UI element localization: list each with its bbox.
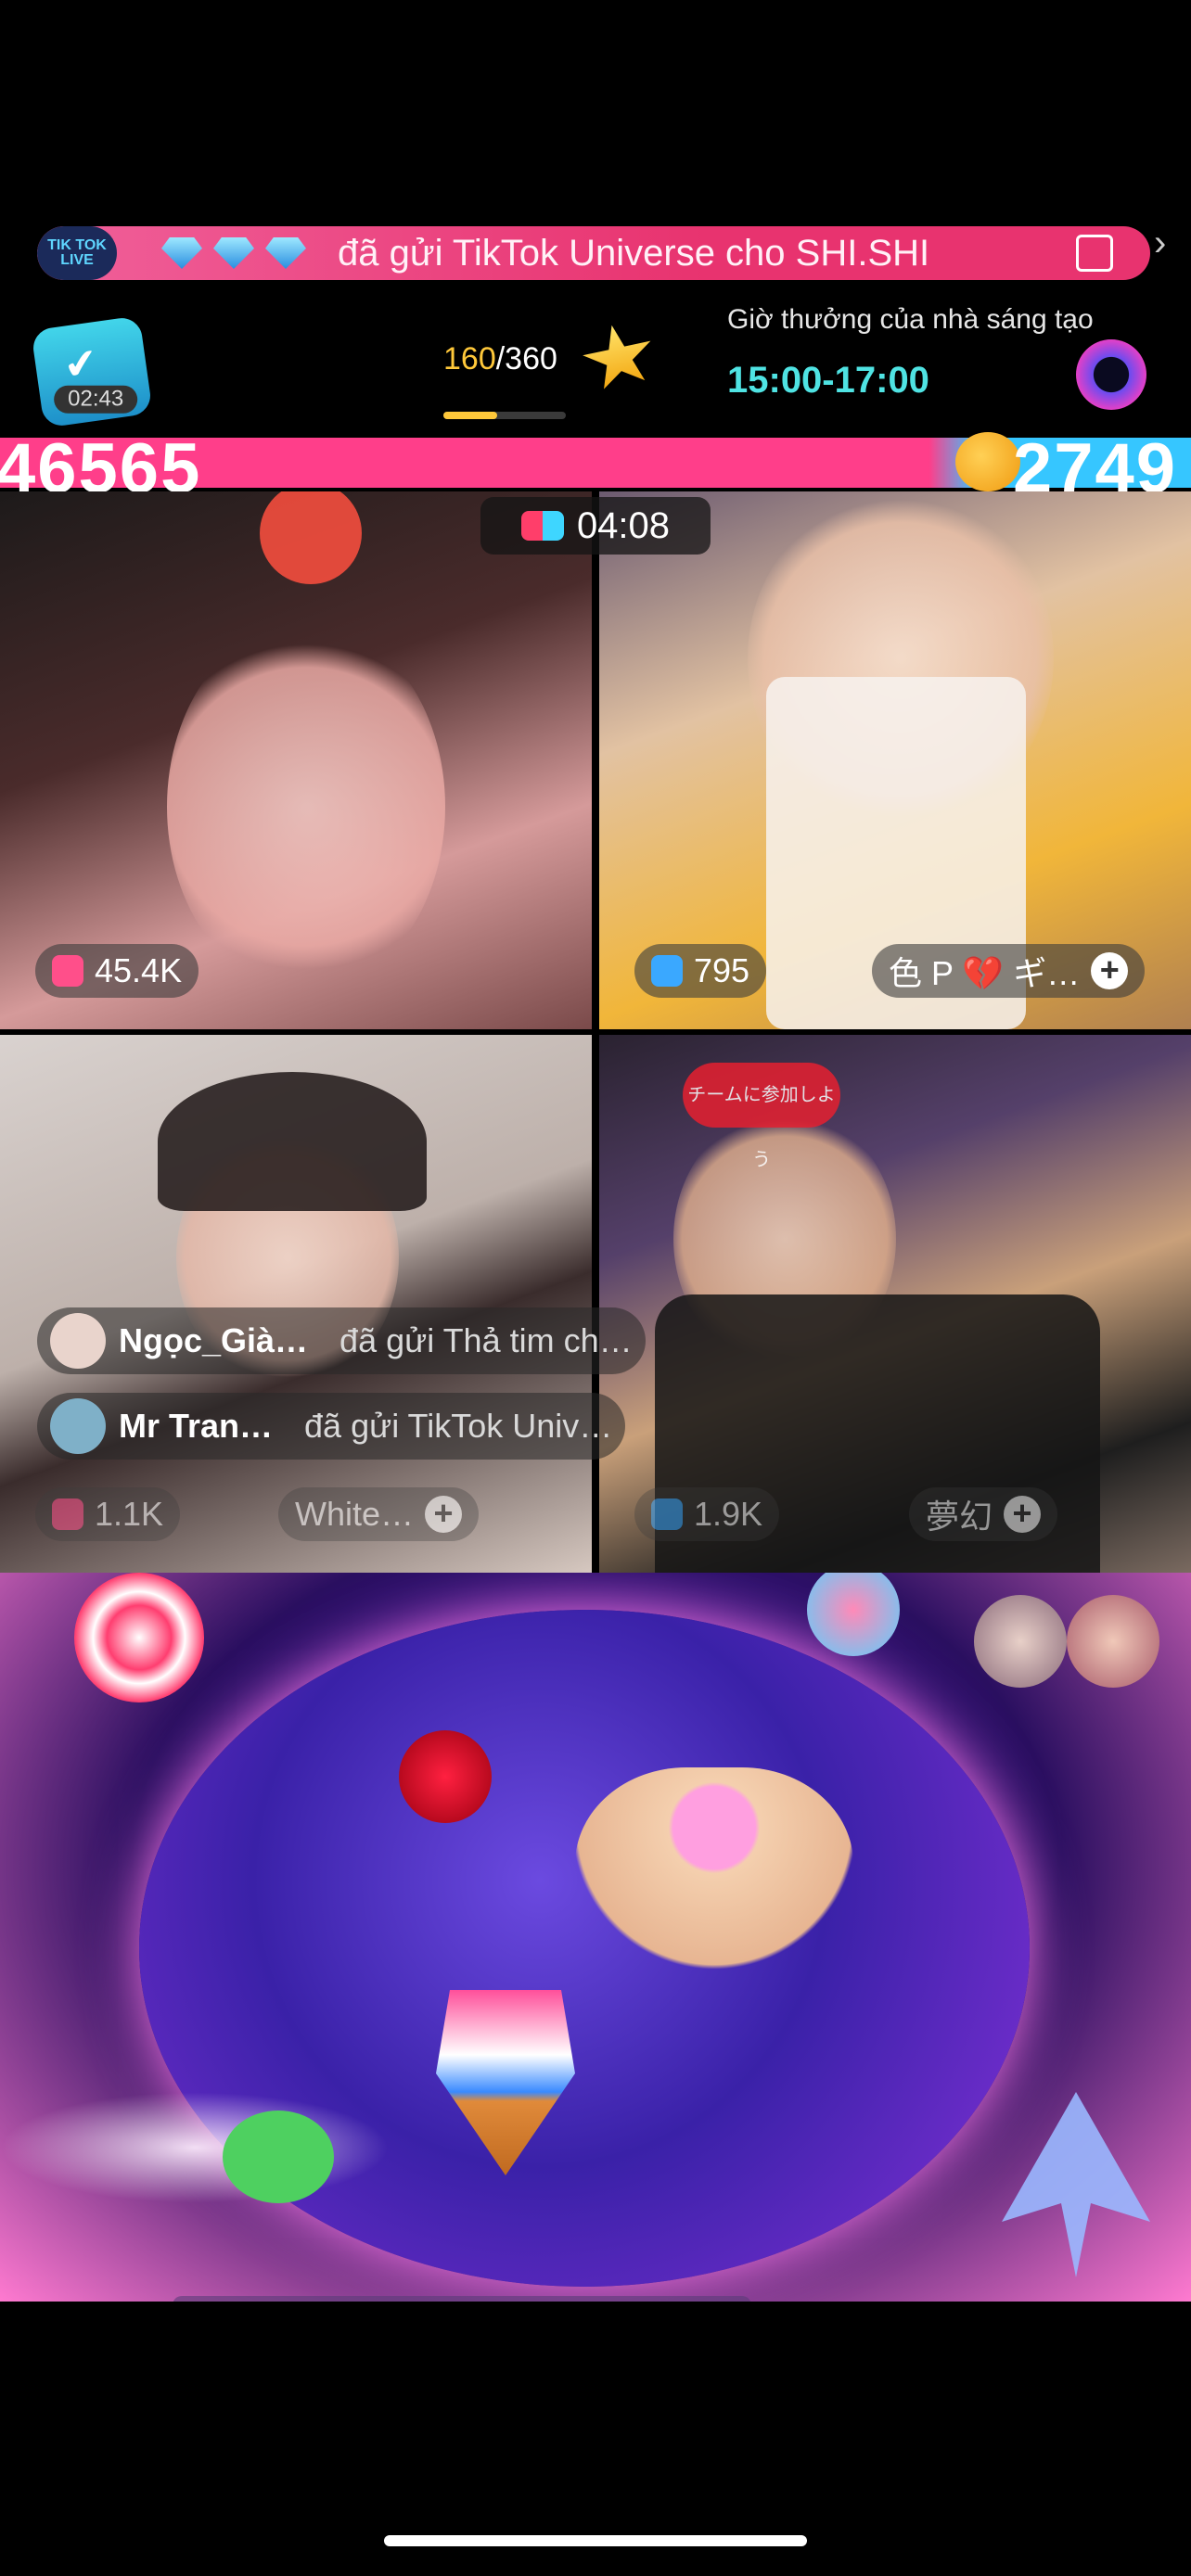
- progress-fill: [443, 412, 498, 419]
- viewer-count-text: 45.4K: [95, 951, 183, 989]
- comment-user: Mr Tran…: [119, 1407, 274, 1445]
- creator-reward-time: 15:00-17:00: [727, 360, 929, 401]
- diamond-icon: [265, 237, 306, 269]
- frog-icon: [223, 2111, 334, 2203]
- timer-text: 02:43: [54, 385, 138, 414]
- progress-count: 160/360: [443, 341, 557, 377]
- battle-timer-text: 04:08: [576, 504, 671, 546]
- viewer-count-4[interactable]: 1.9K: [634, 1487, 780, 1541]
- progress-total: /360: [495, 341, 557, 376]
- timer-badge[interactable]: ✔ 02:43: [31, 315, 153, 428]
- viewer-count-1[interactable]: 45.4K: [35, 944, 199, 998]
- creator-reward-label: Giờ thưởng của nhà sáng tạo: [727, 304, 1094, 335]
- viewer-count-text: 1.1K: [95, 1495, 164, 1533]
- bow-decoration: [260, 491, 362, 584]
- diamond-icon: [213, 237, 254, 269]
- comment-user: Ngọc_Già…: [119, 1321, 309, 1359]
- gift-animation: [0, 1573, 1191, 2302]
- check-badge-icon: ✔: [60, 339, 101, 389]
- plus-icon[interactable]: +: [1004, 1496, 1042, 1533]
- avatar: [50, 1313, 106, 1369]
- emoji-icon: [955, 432, 1020, 491]
- comment-item[interactable]: Mr Tran… đã gửi TikTok Univ…: [37, 1393, 626, 1460]
- gift-icon[interactable]: [1076, 235, 1113, 272]
- eye-orb-icon[interactable]: [1076, 339, 1146, 410]
- streamer-hair: [158, 1072, 427, 1211]
- viewer-icon: [52, 955, 83, 987]
- host-tag-4[interactable]: 夢幻 +: [909, 1487, 1058, 1541]
- rose-icon: [399, 1730, 492, 1823]
- host-tag-3[interactable]: White… +: [278, 1487, 480, 1541]
- viewer-count-text: 1.9K: [694, 1495, 763, 1533]
- star-icon[interactable]: [576, 318, 660, 399]
- comment-message: đã gửi Thả tim ch…: [339, 1321, 633, 1359]
- diamond-icons: [161, 237, 306, 269]
- comment-item[interactable]: Ngọc_Già… đã gửi Thả tim ch…: [37, 1307, 646, 1374]
- streamer-face: [167, 621, 445, 992]
- battle-timer: 04:08: [480, 497, 711, 555]
- lollipop-icon: [74, 1573, 204, 1702]
- viewer-count-2[interactable]: 795: [634, 944, 767, 998]
- versus-icon: [520, 511, 564, 541]
- tiktok-live-logo: TIK TOK LIVE: [37, 226, 117, 280]
- heart-hands-icon: [575, 1767, 853, 2009]
- viewer-icon: [651, 955, 683, 987]
- host-name: 色 P 💔 ギ…: [889, 954, 1081, 992]
- host-name: White…: [295, 1495, 415, 1533]
- viewer-count-text: 795: [694, 951, 750, 989]
- paper-crane-icon: [1002, 2092, 1150, 2277]
- home-indicator[interactable]: [384, 2535, 807, 2546]
- plus-icon[interactable]: +: [1091, 952, 1129, 989]
- host-tag-2[interactable]: 色 P 💔 ギ… +: [872, 944, 1146, 998]
- host-name: 夢幻: [926, 1498, 993, 1536]
- banner-message: đã gửi TikTok Universe cho SHI.SHI: [338, 232, 930, 274]
- viewer-avatar[interactable]: [974, 1595, 1067, 1688]
- avatar: [50, 1398, 106, 1454]
- comment-message: đã gửi TikTok Univ…: [304, 1407, 613, 1445]
- plus-icon[interactable]: +: [425, 1496, 463, 1533]
- gift-orb-icon: [807, 1573, 900, 1656]
- viewer-icon: [52, 1498, 83, 1530]
- chevron-right-icon[interactable]: ›: [1154, 223, 1166, 264]
- team-sign: チームに参加しよう: [683, 1063, 840, 1170]
- viewer-icon: [651, 1498, 683, 1530]
- viewer-count-3[interactable]: 1.1K: [35, 1487, 181, 1541]
- gift-announcement-banner[interactable]: TIK TOK LIVE đã gửi TikTok Universe cho …: [37, 226, 1150, 280]
- diamond-icon: [161, 237, 202, 269]
- progress-bar: [443, 412, 566, 419]
- viewer-avatar[interactable]: [1067, 1595, 1159, 1688]
- progress-current: 160: [443, 341, 496, 376]
